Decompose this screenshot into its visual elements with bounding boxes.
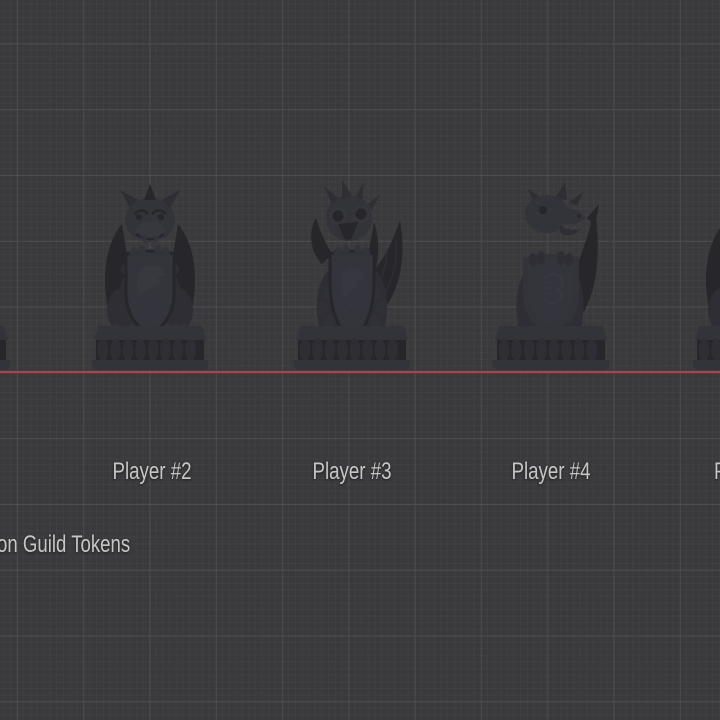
token-model-partial-left[interactable] xyxy=(0,174,22,374)
token-model-player-2[interactable] xyxy=(80,174,220,374)
token-label-partial-right: P xyxy=(714,460,720,484)
token-label-player-4: Player #4 xyxy=(511,458,591,485)
token-label-player-3: Player #3 xyxy=(312,458,392,485)
collection-caption: on Guild Tokens xyxy=(0,531,131,558)
viewport-3d[interactable]: Player #2 Player #3 Player #4 P on Guild… xyxy=(0,0,720,720)
token-label-player-2: Player #2 xyxy=(112,458,192,485)
token-model-player-3[interactable] xyxy=(282,174,422,374)
token-model-partial-right[interactable] xyxy=(681,174,720,374)
token-model-player-4[interactable] xyxy=(481,174,621,374)
